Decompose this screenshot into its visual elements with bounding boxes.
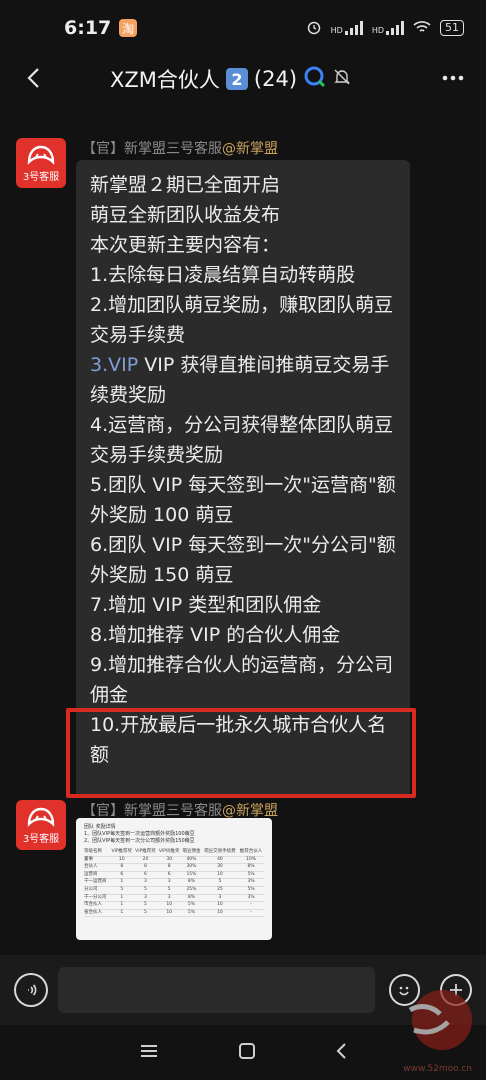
wifi-icon <box>413 20 431 37</box>
watermark-url: www.52moo.cn <box>403 1064 472 1074</box>
table-header: 萌豆交易手续费 <box>201 849 239 857</box>
battery-icon: 51 <box>440 20 464 36</box>
watermark-logo <box>392 980 478 1070</box>
message-input[interactable] <box>57 967 375 1013</box>
chat-title: XZM合伙人 2 (24) <box>110 64 351 94</box>
message-line: 1.去除每日凌晨结算自动转萌股 <box>90 264 356 286</box>
message-line: 2.增加团队萌豆奖励，赚取团队萌豆交易手续费 <box>90 294 394 346</box>
table-header: VIP间推奖 <box>157 849 182 857</box>
message-line: 7.增加 VIP 类型和团队佣金 <box>90 594 322 616</box>
back-nav-button[interactable] <box>335 1042 347 1064</box>
avatar[interactable]: 3号客服 <box>16 800 66 850</box>
message-line: 6.团队 VIP 每天签到一次"分公司"额外奖励 150 萌豆 <box>90 534 396 586</box>
menu-icon <box>141 1044 158 1057</box>
hd-signal-2: HD <box>372 21 404 35</box>
avatar[interactable]: 3号客服 <box>16 138 66 188</box>
table-row: 董事 10 20 30 40% 40 10% <box>84 856 264 865</box>
status-time: 6:17 <box>64 17 112 39</box>
voice-icon <box>27 984 37 996</box>
message-line: 9.增加推荐合伙人的运营商，分公司佣金 <box>90 654 394 706</box>
hd-signal-1: HD <box>331 21 363 35</box>
image-subtitle: 1、团队VIP每天签到一次运营商额外奖励100萌豆 <box>84 831 195 837</box>
table-header: 等级名称 <box>84 849 110 857</box>
group-name: XZM合伙人 <box>110 68 220 92</box>
table-row: 千一运营商 1 3 3 8% 5 3% <box>84 878 264 887</box>
message-line: 4.运营商，分公司获得整体团队萌豆交易手续费奖励 <box>90 414 394 466</box>
table-row: 千一分公司 1 3 3 8% 3 3% <box>84 894 264 903</box>
mask-logo-icon <box>27 145 55 165</box>
menu-nav-button[interactable] <box>139 1043 159 1063</box>
chat-header: XZM合伙人 2 (24) <box>0 56 486 100</box>
sender-at: @新掌盟 <box>222 803 278 819</box>
table-header: VIP推荐奖 <box>109 849 134 857</box>
image-attachment[interactable]: 团队 奖励详情 1、团队VIP每天签到一次运营商额外奖励100萌豆 2、团队VI… <box>76 818 272 940</box>
table-row: 省合伙人 1 5 10 5% 10- <box>84 909 264 918</box>
reward-table: 等级名称 VIP推荐奖 VIP推荐奖 VIP间推奖 萌豆佣金 萌豆交易手续费 推… <box>84 849 264 918</box>
message-line: 本次更新主要内容有： <box>90 234 281 256</box>
sender-name: 【官】新掌盟三号客服@新掌盟 <box>82 141 278 157</box>
table-row: 市合伙人 1 5 10 5% 10- <box>84 901 264 910</box>
table-row: 运营商 6 6 6 15% 10 5% <box>84 871 264 880</box>
mute-bell-icon <box>333 67 351 91</box>
table-header: VIP推荐奖 <box>133 849 158 857</box>
vip-link[interactable]: 3.VIP <box>90 354 138 376</box>
table-header: 萌豆佣金 <box>181 849 202 857</box>
status-bar: 6:17 淘 HD HD 51 <box>0 0 486 56</box>
back-button[interactable] <box>18 63 48 93</box>
table-row: 分公司 5 5 5 25% 25 5% <box>84 886 264 895</box>
image-subtitle: 2、团队VIP每天签到一次分公司额外奖励150萌豆 <box>84 838 195 844</box>
table-header-row: 等级名称 VIP推荐奖 VIP推荐奖 VIP间推奖 萌豆佣金 萌豆交易手续费 推… <box>84 849 264 857</box>
alarm-icon <box>306 19 322 38</box>
table-row: 合伙人 8 8 8 30% 30 8% <box>84 863 264 872</box>
sender-name: 【官】新掌盟三号客服@新掌盟 <box>82 803 278 819</box>
sender-at: @新掌盟 <box>222 141 278 157</box>
highlight-box <box>66 708 416 798</box>
qq-enterprise-icon <box>303 65 327 94</box>
more-options-button[interactable] <box>438 63 468 93</box>
member-count: (24) <box>253 67 298 91</box>
image-title: 团队 奖励详情 <box>84 824 116 830</box>
message-line: 5.团队 VIP 每天签到一次"运营商"额外奖励 100 萌豆 <box>90 474 396 526</box>
table-header: 推荐合伙人 <box>238 849 264 857</box>
voice-button[interactable] <box>14 973 48 1007</box>
badge-2-icon: 2 <box>225 68 248 90</box>
status-icons: HD HD 51 <box>306 19 464 38</box>
taobao-icon: 淘 <box>119 19 138 37</box>
message-line-vip: 3.VIP VIP 获得直推间推萌豆交易手续费奖励 <box>90 354 390 406</box>
home-nav-button[interactable] <box>238 1042 256 1064</box>
mask-logo-icon <box>27 807 55 827</box>
square-icon <box>238 1042 255 1059</box>
chevron-left-icon <box>336 1042 346 1059</box>
message-bubble[interactable]: 新掌盟２期已全面开启 萌豆全新团队收益发布 本次更新主要内容有： 1.去除每日凌… <box>76 160 410 798</box>
chat-area[interactable]: 3号客服 【官】新掌盟三号客服@新掌盟 新掌盟２期已全面开启 萌豆全新团队收益发… <box>0 100 486 955</box>
message-line: 8.增加推荐 VIP 的合伙人佣金 <box>90 624 341 646</box>
avatar-label: 3号客服 <box>22 171 60 183</box>
message-line: 新掌盟２期已全面开启 <box>90 174 281 196</box>
message-line: 萌豆全新团队收益发布 <box>90 204 281 226</box>
avatar-label: 3号客服 <box>22 833 60 845</box>
